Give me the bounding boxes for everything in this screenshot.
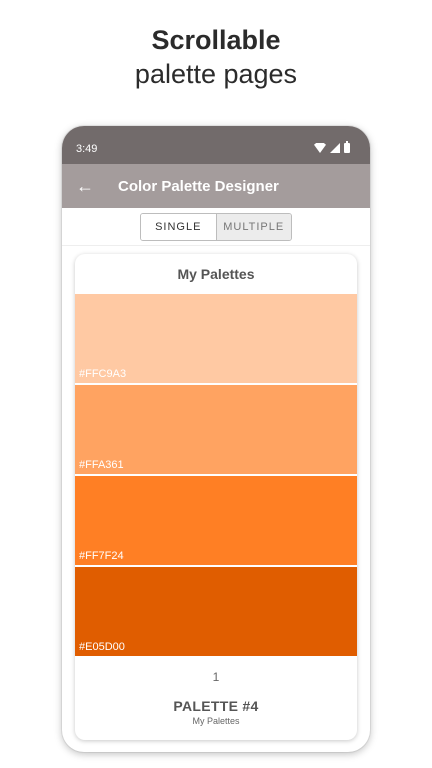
multiple-mode-button[interactable]: MULTIPLE [216, 214, 291, 240]
swatch-hex-label: #E05D00 [79, 641, 125, 653]
color-swatch[interactable]: #FFA361 [75, 385, 357, 474]
battery-icon [344, 141, 350, 153]
promo-title: Scrollable [151, 25, 281, 55]
app-bar: ← Color Palette Designer [62, 164, 370, 208]
signal-icon [330, 143, 340, 153]
swatch-hex-label: #FFA361 [79, 459, 124, 471]
app-title: Color Palette Designer [118, 177, 279, 195]
palette-card: My Palettes #FFC9A3 #FFA361 #FF7F24 #E05… [75, 254, 357, 740]
promo-subtitle: palette pages [134, 59, 298, 89]
page-number: 1 [212, 670, 220, 684]
color-swatch[interactable]: #FF7F24 [75, 476, 357, 565]
color-swatch[interactable]: #E05D00 [75, 567, 357, 656]
arrow-left-icon: ← [76, 176, 94, 196]
status-icons [314, 141, 350, 153]
status-bar: 3:49 [62, 126, 370, 164]
swatch-hex-label: #FF7F24 [79, 550, 124, 562]
phone-frame: 3:49 ← Color Palette Designer SINGLE MUL… [62, 126, 370, 752]
single-mode-button[interactable]: SINGLE [141, 214, 217, 240]
color-swatch[interactable]: #FFC9A3 [75, 294, 357, 383]
status-time: 3:49 [76, 143, 98, 155]
mode-toggle-row: SINGLE MULTIPLE [62, 208, 370, 246]
palette-card-title: My Palettes [177, 266, 255, 282]
wifi-icon [314, 143, 326, 153]
palette-name: PALETTE #4 [173, 698, 259, 714]
back-button[interactable]: ← [62, 164, 108, 208]
mode-toggle-group: SINGLE MULTIPLE [140, 213, 292, 241]
swatch-hex-label: #FFC9A3 [79, 368, 127, 380]
palette-subtitle: My Palettes [192, 716, 240, 726]
